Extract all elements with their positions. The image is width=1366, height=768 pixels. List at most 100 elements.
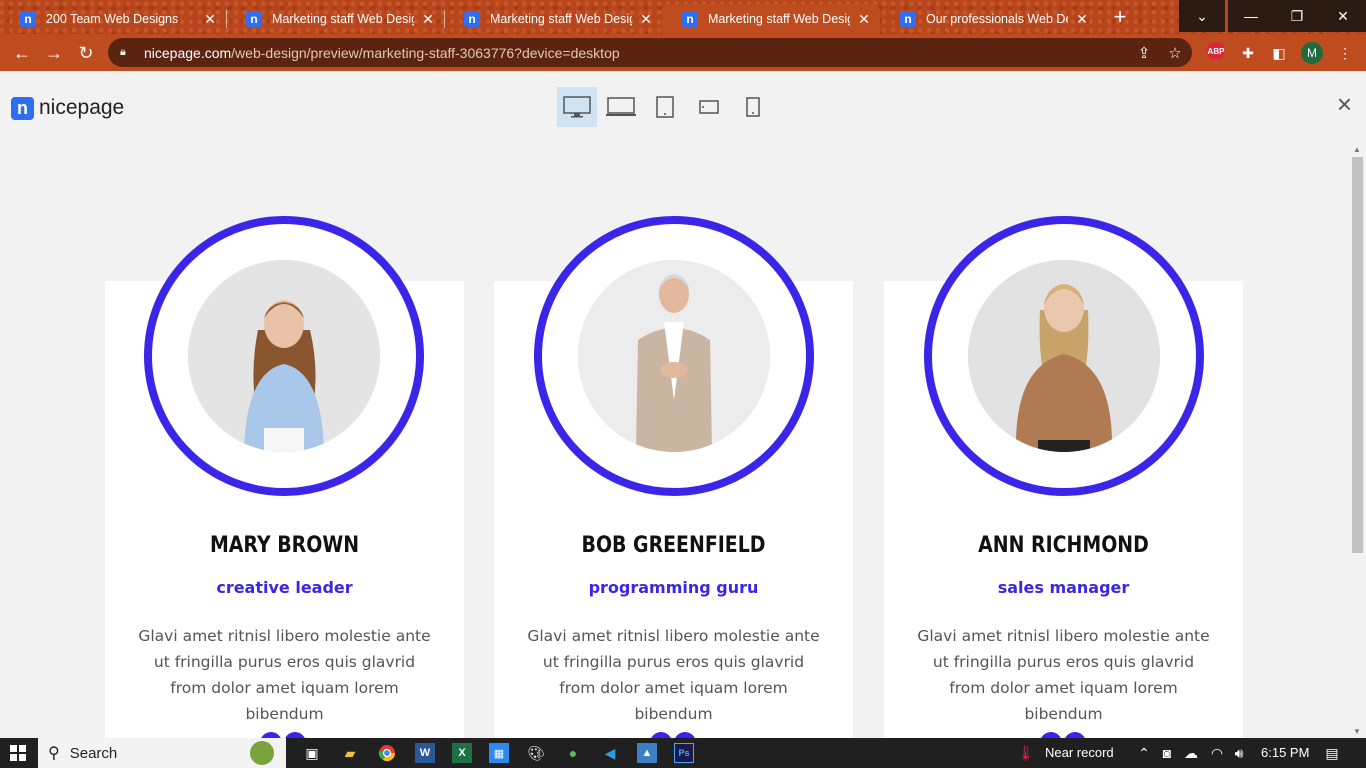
phone-icon	[746, 97, 760, 117]
menu-icon[interactable]: ⋮	[1334, 42, 1356, 64]
profile-photo-ring	[534, 216, 814, 496]
close-tab-icon[interactable]: ✕	[420, 11, 436, 28]
tab-2[interactable]: n Marketing staff Web Design ✕	[226, 4, 444, 34]
nicepage-favicon-icon: n	[682, 11, 698, 27]
nicepage-favicon-icon: n	[246, 11, 262, 27]
photoshop-icon[interactable]: Ps	[674, 743, 694, 763]
tab-3[interactable]: n Marketing staff Web Design ✕	[444, 4, 662, 34]
store-icon[interactable]: ▦	[489, 743, 509, 763]
address-bar[interactable]: 🔒︎ nicepage.com/web-design/preview/marke…	[108, 38, 1192, 67]
scrollbar-thumb[interactable]	[1352, 157, 1363, 553]
url-host: nicepage.com	[144, 44, 232, 61]
profile-avatar[interactable]: M	[1301, 42, 1323, 64]
url-path: /web-design/preview/marketing-staff-3063…	[231, 44, 620, 61]
tab-1[interactable]: n 200 Team Web Designs ✕	[0, 4, 226, 34]
device-tablet-landscape-button[interactable]	[689, 87, 729, 127]
close-preview-button[interactable]: ×	[1337, 89, 1352, 120]
tab-4-active[interactable]: n Marketing staff Web Design ✕	[662, 4, 880, 34]
close-tab-icon[interactable]: ✕	[1074, 11, 1090, 28]
reload-icon[interactable]: ↻	[74, 41, 98, 65]
tab-5[interactable]: n Our professionals Web Desig ✕	[880, 4, 1098, 34]
restore-icon[interactable]: ❐	[1274, 0, 1320, 32]
search-label: Search	[69, 744, 118, 762]
notifications-icon[interactable]: ▤	[1322, 743, 1342, 763]
page-scrollbar[interactable]: ▲ ▼	[1349, 143, 1366, 738]
extensions-icon[interactable]: ✚	[1237, 42, 1259, 64]
tablet-icon	[656, 96, 674, 118]
meet-now-icon[interactable]: ◙	[1157, 743, 1177, 763]
tab-title: Marketing staff Web Design	[490, 12, 632, 26]
taskbar: ⚲ Search ▣ ▰ W X ▦ 🎨︎ ● ◀ ▲ Ps 🌡︎ Near r…	[0, 738, 1366, 768]
sidepanel-icon[interactable]: ◧	[1268, 42, 1290, 64]
windows-start-icon[interactable]	[8, 743, 28, 763]
logo-mark: n	[11, 96, 34, 120]
clock-time[interactable]: 6:15 PM	[1261, 745, 1309, 760]
onedrive-icon[interactable]: ☁	[1181, 743, 1201, 763]
profile-photo	[188, 260, 380, 452]
wifi-icon[interactable]: ◠	[1207, 743, 1227, 763]
tab-title: Our professionals Web Desig	[926, 12, 1068, 26]
chrome-icon[interactable]	[377, 743, 397, 763]
paint-icon[interactable]: 🎨︎	[526, 743, 546, 763]
tab-title: Marketing staff Web Design	[272, 12, 414, 26]
close-tab-icon[interactable]: ✕	[856, 11, 872, 28]
taskbar-search[interactable]: ⚲ Search	[38, 738, 286, 768]
new-tab-button[interactable]: +	[1108, 6, 1132, 30]
profile-photo	[968, 260, 1160, 452]
adblock-extension-icon[interactable]: ABP	[1207, 42, 1225, 60]
laptop-icon	[606, 97, 636, 116]
app-icon[interactable]: ●	[563, 743, 583, 763]
tablet-landscape-icon	[699, 100, 719, 114]
member-role: creative leader	[216, 578, 353, 597]
file-explorer-icon[interactable]: ▰	[340, 743, 360, 763]
logo-text: nicepage	[39, 96, 125, 119]
share-icon[interactable]: ⇪	[1134, 43, 1154, 63]
close-tab-icon[interactable]: ✕	[202, 11, 218, 28]
scroll-up-icon[interactable]: ▲	[1353, 145, 1361, 154]
scroll-down-icon[interactable]: ▼	[1353, 727, 1361, 736]
tab-search-icon[interactable]: ⌄	[1179, 0, 1225, 32]
tab-title: Marketing staff Web Design	[708, 12, 850, 26]
close-tab-icon[interactable]: ✕	[638, 11, 654, 28]
excel-icon[interactable]: X	[452, 743, 472, 763]
nicepage-favicon-icon: n	[900, 11, 916, 27]
show-hidden-icons-icon[interactable]: ⌃	[1134, 743, 1154, 763]
preview-header: n nicepage ×	[0, 71, 1366, 143]
desktop-icon	[563, 96, 591, 118]
task-view-icon[interactable]: ▣	[302, 743, 322, 763]
nicepage-favicon-icon: n	[20, 11, 36, 27]
profile-photo-ring	[924, 216, 1204, 496]
device-tablet-button[interactable]	[645, 87, 685, 127]
profile-photo	[578, 260, 770, 452]
device-desktop-button[interactable]	[557, 87, 597, 127]
member-bio: Glavi amet ritnisl libero molestie ante …	[138, 627, 431, 723]
device-laptop-button[interactable]	[601, 87, 641, 127]
tab-strip: n 200 Team Web Designs ✕ n Marketing sta…	[0, 0, 1366, 34]
search-highlight-icon	[250, 741, 274, 765]
browser-toolbar: ← → ↻ 🔒︎ nicepage.com/web-design/preview…	[0, 34, 1366, 71]
device-phone-button[interactable]	[733, 87, 773, 127]
forward-icon[interactable]: →	[42, 41, 66, 65]
photos-icon[interactable]: ▲	[637, 743, 657, 763]
word-icon[interactable]: W	[415, 743, 435, 763]
close-window-icon[interactable]: ✕	[1320, 0, 1366, 32]
window-controls: ⌄ — ❐ ✕	[1179, 0, 1366, 32]
weather-text[interactable]: Near record	[1045, 745, 1114, 760]
nicepage-logo[interactable]: n nicepage	[11, 96, 124, 120]
minimize-icon[interactable]: —	[1228, 0, 1274, 32]
lock-icon[interactable]: 🔒︎	[120, 46, 134, 59]
profile-photo-ring	[144, 216, 424, 496]
member-name: MARY BROWN	[209, 533, 360, 558]
search-icon: ⚲	[48, 745, 60, 762]
weather-icon: 🌡︎	[1017, 744, 1035, 761]
member-role: sales manager	[997, 578, 1130, 597]
member-name: BOB GREENFIELD	[581, 533, 766, 558]
vscode-icon[interactable]: ◀	[600, 743, 620, 763]
star-icon[interactable]: ☆	[1165, 43, 1185, 63]
volume-icon[interactable]: 🔊︎	[1229, 743, 1249, 763]
member-bio: Glavi amet ritnisl libero molestie ante …	[527, 627, 820, 723]
member-role: programming guru	[588, 578, 759, 597]
nicepage-favicon-icon: n	[464, 11, 480, 27]
tab-title: 200 Team Web Designs	[46, 12, 179, 26]
back-icon[interactable]: ←	[10, 41, 34, 65]
